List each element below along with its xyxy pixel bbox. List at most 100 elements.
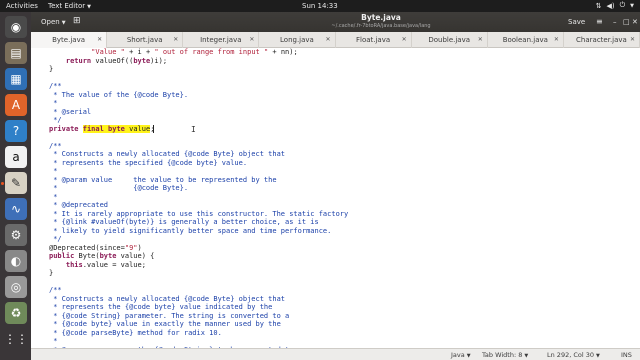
files-icon[interactable]: ▤ (5, 42, 27, 64)
close-icon[interactable]: ✕ (97, 32, 102, 48)
close-icon[interactable]: ✕ (630, 32, 635, 48)
tab-label: Byte.java (52, 36, 85, 44)
power-icon: ⏻ (619, 1, 626, 9)
save-button[interactable]: Save (568, 16, 585, 28)
maximize-icon[interactable]: □ (623, 16, 630, 28)
chevron-down-icon: ▼ (596, 353, 600, 359)
cursor-position-label: Ln 292, Col 30 (547, 351, 595, 359)
system-tray[interactable]: ⇅ ◀) ⏻ ▼ (596, 1, 634, 10)
code-line: * @serial (49, 107, 92, 116)
code-line: * {@link #valueOf(byte)} is generally a … (49, 218, 319, 226)
code-line: private final byte value; (49, 124, 154, 133)
code-line: * @param value the value to be represent… (49, 175, 277, 184)
code-line: /** (49, 286, 62, 294)
code-line: /** (49, 82, 62, 90)
window-title: Byte.java ~/.cache/.fr-7btoRA/java.base/… (231, 13, 531, 29)
tab-label: Long.java (280, 36, 314, 44)
code-line: * {@code byte} value in exactly the mann… (49, 320, 281, 328)
hamburger-menu-icon[interactable]: ≡ (596, 16, 603, 28)
chevron-down-icon: ▼ (466, 353, 471, 359)
code-editor[interactable]: "Value " + i + " out of range from input… (31, 48, 640, 348)
tab-boolean-java[interactable]: Boolean.java ✕ (488, 32, 564, 48)
document-title: Byte.java (361, 13, 401, 22)
new-document-icon[interactable]: ⊞ (73, 15, 81, 27)
code-line: * {@code Byte}. (49, 184, 189, 192)
system-monitor-icon[interactable]: ∿ (5, 198, 27, 220)
app-menu-label: Text Editor (48, 2, 86, 10)
close-icon[interactable]: ✕ (402, 32, 407, 48)
help-icon[interactable]: ? (5, 120, 27, 142)
close-icon[interactable]: ✕ (632, 16, 638, 28)
activities-button[interactable]: Activities (6, 2, 38, 10)
tab-width-selector[interactable]: Tab Width: 8 ▼ (482, 351, 528, 359)
language-selector[interactable]: Java ▼ (451, 351, 471, 359)
tab-bar: Byte.java ✕ Short.java ✕ Integer.java ✕ Long.j… (31, 32, 640, 48)
code-line: public Byte(byte value) { (49, 252, 155, 260)
code-line: } (49, 65, 54, 73)
code-line: * (49, 337, 58, 345)
chevron-down-icon: ▼ (524, 353, 529, 359)
insert-mode: INS (621, 351, 632, 359)
status-bar: Java ▼ Tab Width: 8 ▼ Ln 292, Col 30 ▼ INS (31, 348, 640, 360)
code-line: */ (49, 235, 62, 243)
tab-long-java[interactable]: Long.java ✕ (259, 32, 336, 48)
chevron-down-icon: ▼ (630, 2, 634, 9)
open-button-label: Open (41, 18, 60, 26)
code-line: * (49, 192, 58, 201)
code-line: * @deprecated (49, 201, 109, 209)
code-line: /** (49, 141, 62, 150)
tab-character-java[interactable]: Character.java ✕ (564, 32, 640, 48)
tab-short-java[interactable]: Short.java ✕ (107, 32, 184, 48)
dvd-icon[interactable]: ◎ (5, 276, 27, 298)
settings-icon[interactable]: ⚙ (5, 224, 27, 246)
open-button[interactable]: Open ▼ (37, 16, 70, 28)
code-line: return valueOf((byte)i); (65, 56, 168, 65)
tab-float-java[interactable]: Float.java ✕ (336, 32, 412, 48)
code-line: * The value of the {@code Byte}. (49, 90, 189, 99)
tab-width-label: Tab Width: 8 (482, 351, 523, 359)
tab-double-java[interactable]: Double.java ✕ (412, 32, 488, 48)
code-line: * Constructs a newly allocated {@code By… (49, 294, 286, 303)
network-icon: ⇅ (595, 1, 602, 10)
amazon-icon[interactable]: a (5, 146, 27, 168)
tab-label: Double.java (428, 36, 471, 44)
text-editor-icon[interactable]: ✎ (5, 172, 27, 194)
chevron-down-icon: ▼ (61, 20, 66, 26)
trash-icon[interactable]: ♻ (5, 302, 27, 324)
tab-label: Integer.java (200, 36, 242, 44)
mouse-ibeam-icon: I (191, 124, 196, 134)
chromium-icon[interactable]: ◉ (5, 16, 27, 38)
show-apps-icon[interactable]: ⋮⋮ (4, 328, 28, 350)
text-cursor (153, 124, 154, 133)
chevron-down-icon: ▼ (87, 4, 91, 10)
code-line: * {@code String} parameter. The string i… (49, 311, 290, 320)
code-line: this.value = value; (65, 260, 146, 269)
code-line: "Value " + i + " out of range from input… (91, 48, 298, 56)
minimize-icon[interactable]: – (613, 16, 617, 28)
tab-byte-java[interactable]: Byte.java ✕ (31, 32, 108, 48)
ubuntu-software-icon[interactable]: A (5, 94, 27, 116)
running-indicator (1, 182, 4, 185)
header-bar: Open ▼ ⊞ Byte.java ~/.cache/.fr-7btoRA/ja… (31, 12, 640, 32)
cursor-position[interactable]: Ln 292, Col 30 ▼ (547, 351, 600, 359)
tab-label: Float.java (355, 36, 391, 44)
code-line: * represents the specified {@code byte} … (49, 158, 248, 167)
disk-icon[interactable]: ◐ (5, 250, 27, 272)
close-icon[interactable]: ✕ (325, 32, 330, 48)
close-icon[interactable]: ✕ (554, 32, 559, 48)
code-line: * Constructs a newly allocated {@code By… (49, 150, 286, 158)
close-icon[interactable]: ✕ (478, 32, 483, 48)
tab-integer-java[interactable]: Integer.java ✕ (183, 32, 260, 48)
tab-label: Character.java (576, 36, 627, 44)
close-icon[interactable]: ✕ (249, 32, 254, 48)
dock: ◉ ▤ ▦ A? a ✎ ∿ ⚙ ◐ ◎ ♻ ⋮⋮ (0, 12, 31, 360)
writer-icon[interactable]: ▦ (5, 68, 27, 90)
code-line: } (49, 269, 54, 277)
code-line: * likely to yield significantly better s… (49, 226, 332, 235)
clock[interactable]: Sun 14:33 (302, 2, 338, 10)
app-menu[interactable]: Text Editor ▼ (48, 2, 91, 10)
close-icon[interactable]: ✕ (173, 32, 178, 48)
code-line: * (49, 99, 58, 107)
code-line: * represents the {@code byte} value indi… (49, 303, 273, 311)
volume-icon: ◀) (606, 1, 615, 10)
